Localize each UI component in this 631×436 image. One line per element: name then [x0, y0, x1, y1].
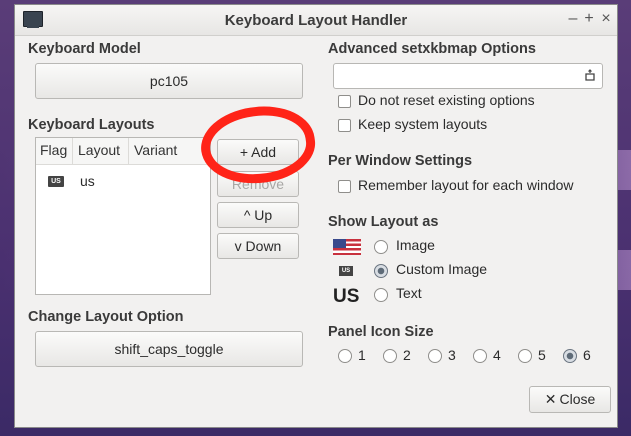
panel-icon-size-label: Panel Icon Size: [328, 324, 434, 340]
close-window-button[interactable]: ×: [598, 10, 614, 28]
minimize-button[interactable]: –: [565, 10, 581, 28]
size-4-label: 4: [493, 347, 501, 363]
titlebar: Keyboard Layout Handler – + ×: [15, 5, 617, 36]
close-label: Close: [559, 391, 596, 407]
keyboard-model-label: Keyboard Model: [28, 41, 141, 57]
advanced-options-label: Advanced setxkbmap Options: [328, 41, 536, 57]
keep-system-checkbox[interactable]: [338, 119, 351, 132]
per-window-label: Per Window Settings: [328, 153, 473, 169]
column-divider: [72, 138, 73, 164]
list-header: Flag Layout Variant: [36, 138, 210, 165]
option-image-label: Image: [396, 237, 435, 253]
radio-custom-image[interactable]: [374, 264, 388, 278]
custom-image-flag-icon: US: [339, 266, 353, 276]
change-layout-option-label: Change Layout Option: [28, 309, 184, 325]
window-title: Keyboard Layout Handler: [224, 12, 408, 29]
radio-image[interactable]: [374, 240, 388, 254]
radio-size-4[interactable]: [473, 349, 487, 363]
keep-system-label: Keep system layouts: [358, 116, 488, 132]
radio-size-3[interactable]: [428, 349, 442, 363]
size-5-label: 5: [538, 347, 546, 363]
move-up-button[interactable]: ^ Up: [217, 202, 299, 228]
usa-flag-icon: [333, 239, 361, 255]
setxkbmap-options-input[interactable]: [333, 63, 603, 89]
keyboard-model-button[interactable]: pc105: [35, 63, 303, 99]
clear-icon[interactable]: [584, 69, 596, 81]
option-custom-image-label: Custom Image: [396, 261, 488, 277]
table-row-layout[interactable]: us: [80, 173, 95, 189]
move-down-button[interactable]: v Down: [217, 233, 299, 259]
dialog-window: Keyboard Layout Handler – + × Keyboard M…: [14, 4, 618, 428]
column-divider: [128, 138, 129, 164]
column-flag[interactable]: Flag: [40, 142, 67, 158]
no-reset-label: Do not reset existing options: [358, 92, 535, 108]
remember-layout-checkbox[interactable]: [338, 180, 351, 193]
us-flag-icon: US: [48, 176, 64, 187]
radio-size-5[interactable]: [518, 349, 532, 363]
close-button[interactable]: ✕ Close: [529, 386, 611, 413]
size-1-label: 1: [358, 347, 366, 363]
change-layout-option-button[interactable]: shift_caps_toggle: [35, 331, 303, 367]
text-preview: US: [333, 286, 360, 307]
radio-size-6[interactable]: [563, 349, 577, 363]
layouts-list[interactable]: Flag Layout Variant US us: [35, 137, 211, 295]
keyboard-layouts-label: Keyboard Layouts: [28, 117, 155, 133]
red-annotation-circle: [196, 99, 320, 191]
size-3-label: 3: [448, 347, 456, 363]
maximize-button[interactable]: +: [581, 10, 597, 28]
radio-size-1[interactable]: [338, 349, 352, 363]
size-6-label: 6: [583, 347, 591, 363]
radio-text[interactable]: [374, 288, 388, 302]
column-variant[interactable]: Variant: [134, 142, 177, 158]
radio-size-2[interactable]: [383, 349, 397, 363]
column-layout[interactable]: Layout: [78, 142, 120, 158]
option-text-label: Text: [396, 285, 422, 301]
close-icon: ✕: [544, 391, 557, 407]
show-layout-label: Show Layout as: [328, 214, 439, 230]
remember-layout-label: Remember layout for each window: [358, 177, 574, 193]
no-reset-checkbox[interactable]: [338, 95, 351, 108]
size-2-label: 2: [403, 347, 411, 363]
